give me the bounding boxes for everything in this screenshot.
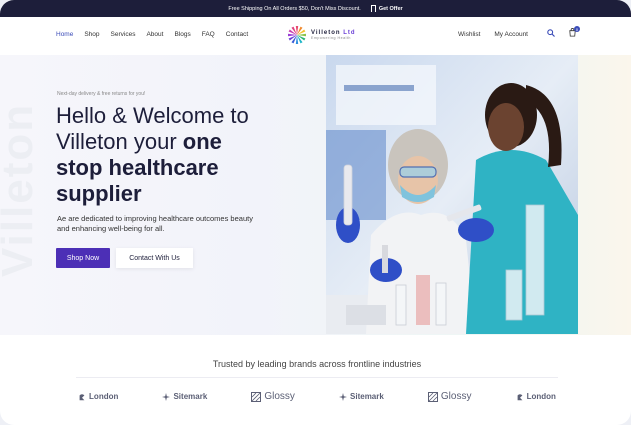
get-offer-label: Get Offer bbox=[378, 5, 403, 12]
site-logo[interactable]: Villeton Ltd Empowering Health bbox=[287, 25, 356, 45]
nav-shop[interactable]: Shop bbox=[84, 31, 99, 38]
sitemark-icon bbox=[162, 392, 171, 401]
site-header: Home Shop Services About Blogs FAQ Conta… bbox=[0, 17, 631, 55]
search-icon[interactable] bbox=[547, 29, 555, 37]
nav-services[interactable]: Services bbox=[111, 31, 136, 38]
hero-eyebrow: Next-day delivery & free returns for you… bbox=[57, 91, 146, 97]
brand-glossy: Glossy bbox=[251, 391, 295, 402]
trusted-brands-section: Trusted by leading brands across frontli… bbox=[56, 335, 578, 425]
nav-blogs[interactable]: Blogs bbox=[174, 31, 190, 38]
headline-line-2: Villeton your bbox=[56, 129, 183, 154]
hero-headline: Hello & Welcome to Villeton your one sto… bbox=[56, 103, 306, 207]
main-nav: Home Shop Services About Blogs FAQ Conta… bbox=[56, 31, 248, 38]
london-icon bbox=[517, 393, 522, 400]
account-nav: Wishlist My Account bbox=[458, 31, 528, 38]
headline-line-4: supplier bbox=[56, 181, 142, 206]
trusted-divider bbox=[76, 377, 558, 378]
brand-london: London bbox=[78, 392, 118, 401]
brand-glossy: Glossy bbox=[427, 391, 471, 402]
headline-line-2-bold: one bbox=[182, 129, 222, 154]
shop-now-button[interactable]: Shop Now bbox=[56, 248, 110, 268]
sitemark-icon bbox=[339, 392, 348, 401]
announcement-bar: Free Shipping On All Orders $50, Don't M… bbox=[0, 0, 631, 17]
hero-lab-photo bbox=[326, 55, 578, 334]
nav-home[interactable]: Home bbox=[56, 31, 73, 38]
bookmark-icon bbox=[370, 5, 376, 13]
logo-flower-icon bbox=[288, 26, 306, 44]
my-account-link[interactable]: My Account bbox=[494, 31, 528, 38]
headline-line-1: Hello & Welcome to bbox=[56, 103, 249, 128]
nav-contact[interactable]: Contact bbox=[226, 31, 248, 38]
contact-button[interactable]: Contact With Us bbox=[116, 248, 193, 268]
brand-logos: London Sitemark Glossy Sitemark Glossy L… bbox=[56, 391, 578, 402]
logo-tagline: Empowering Health bbox=[311, 36, 351, 40]
hero-watermark: Villeton bbox=[0, 102, 42, 278]
cart-count-badge: 0 bbox=[574, 26, 580, 32]
glossy-icon bbox=[251, 391, 262, 402]
glossy-icon bbox=[427, 391, 438, 402]
trusted-title: Trusted by leading brands across frontli… bbox=[212, 359, 422, 369]
wishlist-link[interactable]: Wishlist bbox=[458, 31, 480, 38]
london-icon bbox=[79, 393, 85, 400]
shipping-text: Free Shipping On All Orders $50, Don't M… bbox=[228, 5, 361, 12]
brand-sitemark: Sitemark bbox=[339, 392, 384, 401]
brand-sitemark: Sitemark bbox=[162, 392, 207, 401]
nav-about[interactable]: About bbox=[146, 31, 163, 38]
hero-subtext: Ae are dedicated to improving healthcare… bbox=[57, 214, 253, 233]
headline-line-3: stop healthcare bbox=[56, 155, 219, 180]
brand-london: London bbox=[516, 392, 556, 401]
page-frame: Free Shipping On All Orders $50, Don't M… bbox=[0, 0, 631, 425]
nav-faq[interactable]: FAQ bbox=[202, 31, 215, 38]
get-offer-link[interactable]: Get Offer bbox=[370, 5, 403, 13]
